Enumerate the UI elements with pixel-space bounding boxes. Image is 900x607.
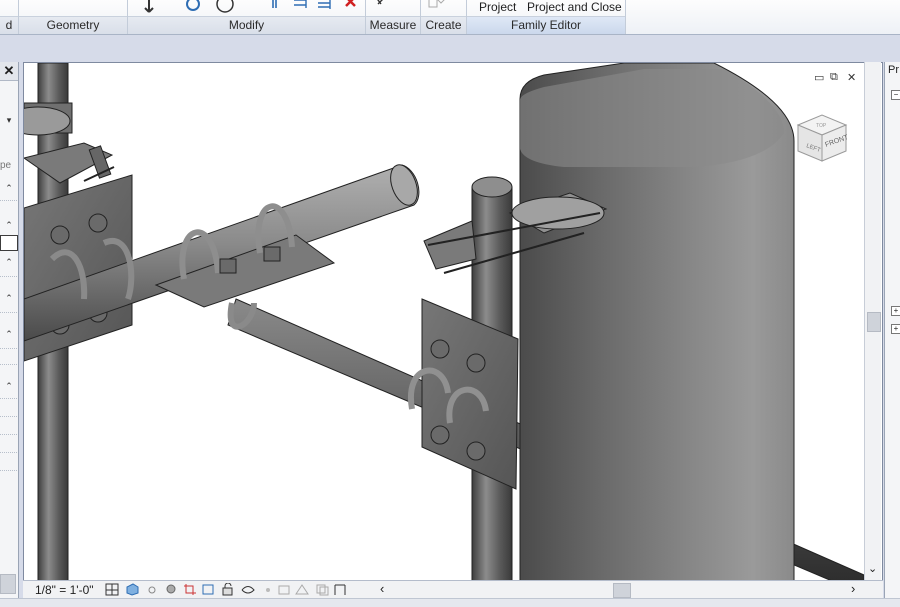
- viewcube-icon[interactable]: LEFT FRONT TOP: [792, 107, 852, 167]
- panel-title: Measure: [366, 16, 420, 34]
- create-group-icon[interactable]: [427, 0, 445, 14]
- truncated-label: pe: [0, 160, 12, 171]
- viewcube-top-label: TOP: [816, 123, 827, 129]
- array-icon[interactable]: [316, 0, 334, 14]
- vertical-scroll-thumb[interactable]: [867, 312, 881, 332]
- row-divider: [0, 200, 17, 202]
- row-divider: [0, 398, 17, 400]
- property-field[interactable]: [0, 235, 18, 251]
- row-divider: [0, 348, 17, 350]
- minimize-view-icon[interactable]: ▭: [814, 71, 824, 84]
- view-scale[interactable]: 1/8" = 1'-0": [35, 583, 94, 597]
- ribbon: d Geometry Modify Measure Create Project…: [0, 0, 900, 35]
- panel-title: d: [0, 16, 18, 34]
- vertical-scrollbar[interactable]: ⌄: [864, 62, 881, 580]
- project-browser-palette: ✕ ▾ pe ⌃ ⌃ ⌃ ⌃ ⌃ ⌃: [0, 62, 19, 598]
- dropdown-arrow-icon[interactable]: ▾: [3, 114, 15, 126]
- panel-title: Family Editor: [467, 16, 625, 34]
- load-into-project-and-close-button[interactable]: Project and Close: [527, 0, 622, 16]
- load-into-project-button[interactable]: Project: [479, 0, 516, 16]
- close-icon[interactable]: ✕: [0, 62, 18, 81]
- scroll-right-icon[interactable]: ›: [851, 581, 855, 596]
- crop-view-icon[interactable]: [183, 583, 197, 596]
- row-divider: [0, 470, 17, 472]
- model-3d-render: [24, 63, 865, 581]
- close-view-icon[interactable]: ✕: [847, 71, 856, 84]
- split-icon[interactable]: [292, 0, 310, 14]
- collapse-icon[interactable]: ⌃: [3, 182, 15, 194]
- shadows-icon[interactable]: [165, 583, 179, 596]
- sun-path-icon[interactable]: [145, 583, 159, 596]
- show-crop-region-icon[interactable]: [201, 583, 215, 596]
- collapse-icon[interactable]: ⌃: [3, 328, 15, 340]
- panel-create-partial: d: [0, 0, 19, 34]
- trim-icon[interactable]: [268, 0, 286, 14]
- row-divider: [0, 434, 17, 436]
- scroll-left-icon[interactable]: ‹: [380, 581, 384, 596]
- panel-title: Create: [421, 16, 466, 34]
- collapse-icon[interactable]: ⌃: [3, 219, 15, 231]
- row-divider: [0, 364, 17, 366]
- row-divider: [0, 276, 17, 278]
- view-control-bar: 1/8" = 1'-0" ‹ ›: [23, 580, 883, 599]
- delete-icon[interactable]: [342, 0, 360, 14]
- properties-palette-title: Pr: [888, 64, 899, 76]
- panel-family-editor: Project Project and Close Family Editor: [467, 0, 626, 34]
- collapse-icon[interactable]: ⌃: [3, 256, 15, 268]
- horizontal-scroll-thumb[interactable]: [613, 583, 631, 598]
- collapse-icon[interactable]: ⌃: [3, 292, 15, 304]
- reveal-constraints-icon[interactable]: [333, 583, 347, 596]
- collapse-icon[interactable]: −: [891, 90, 900, 100]
- properties-palette: Pr − + +: [884, 62, 900, 598]
- expand-icon[interactable]: +: [891, 324, 900, 334]
- panel-title: Geometry: [19, 16, 127, 34]
- row-divider: [0, 416, 17, 418]
- expand-icon[interactable]: +: [891, 306, 900, 316]
- worksharing-display-icon[interactable]: [277, 583, 291, 596]
- move-icon[interactable]: [140, 0, 158, 14]
- unlock-3d-view-icon[interactable]: [221, 583, 235, 596]
- row-divider: [0, 452, 17, 454]
- temporary-hide-icon[interactable]: [241, 583, 255, 596]
- detail-level-icon[interactable]: [105, 583, 119, 596]
- rotate-icon[interactable]: [184, 0, 202, 14]
- offset-icon[interactable]: [216, 0, 234, 14]
- 3d-view-canvas[interactable]: ▭ ⧉ ✕ LEFT FRONT TOP: [23, 62, 883, 582]
- collapse-icon[interactable]: ⌃: [3, 380, 15, 392]
- highlight-displacement-icon[interactable]: [315, 583, 329, 596]
- visual-style-icon[interactable]: [125, 583, 139, 596]
- panel-measure: Measure: [366, 0, 421, 34]
- panel-title: Modify: [128, 16, 365, 34]
- restore-view-icon[interactable]: ⧉: [830, 71, 838, 84]
- measure-icon[interactable]: [372, 0, 390, 14]
- panel-create: Create: [421, 0, 467, 34]
- palette-scroll-thumb[interactable]: [0, 574, 16, 594]
- reveal-hidden-icon[interactable]: [261, 583, 275, 596]
- row-divider: [0, 312, 17, 314]
- panel-modify: Modify: [128, 0, 366, 34]
- scroll-down-icon[interactable]: ⌄: [868, 562, 877, 575]
- panel-geometry: Geometry: [19, 0, 128, 34]
- analytical-model-icon[interactable]: [295, 583, 309, 596]
